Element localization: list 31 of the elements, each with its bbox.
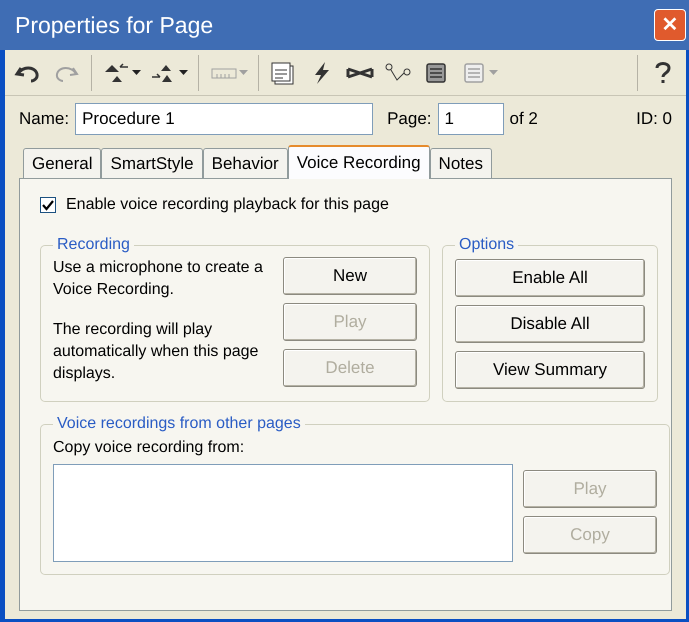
window-title: Properties for Page bbox=[15, 10, 214, 40]
tab[interactable]: Behavior bbox=[202, 148, 288, 178]
push-button[interactable]: Enable All bbox=[455, 259, 645, 297]
name-field[interactable]: Procedure 1 bbox=[75, 103, 374, 135]
caret-icon bbox=[489, 70, 498, 76]
caret-icon bbox=[179, 70, 188, 76]
checkmark-icon bbox=[42, 199, 54, 211]
group-title: Options bbox=[458, 235, 516, 255]
tab[interactable]: Voice Recording bbox=[288, 145, 430, 179]
close-button[interactable]: ✕ bbox=[654, 9, 686, 41]
tab[interactable]: SmartStyle bbox=[101, 148, 203, 178]
push-button[interactable]: Disable All bbox=[455, 305, 645, 343]
group-title: Voice recordings from other pages bbox=[56, 414, 302, 434]
page-field[interactable]: 1 bbox=[438, 103, 504, 135]
push-button[interactable]: New bbox=[283, 257, 417, 295]
id-text: ID: 0 bbox=[636, 108, 672, 130]
instruction-text: The recording will play automatically when this page displays. bbox=[53, 320, 260, 384]
recordings-list[interactable] bbox=[53, 464, 513, 562]
caret-icon bbox=[239, 70, 248, 76]
field-label: Page: bbox=[387, 108, 432, 130]
caret-icon bbox=[132, 70, 141, 76]
list-label: Copy voice recording from: bbox=[53, 439, 244, 456]
group-title: Recording bbox=[56, 235, 131, 255]
page-count: of 2 bbox=[510, 108, 538, 130]
checkbox[interactable] bbox=[40, 197, 56, 213]
tab[interactable]: General bbox=[23, 148, 102, 178]
field-label: Name: bbox=[19, 108, 70, 130]
checkbox-label: Enable voice recording playback for this page bbox=[66, 195, 389, 215]
push-button[interactable]: View Summary bbox=[455, 351, 645, 389]
tab[interactable]: Notes bbox=[430, 148, 492, 178]
instruction-text: Use a microphone to create a Voice Recording. bbox=[53, 258, 264, 300]
